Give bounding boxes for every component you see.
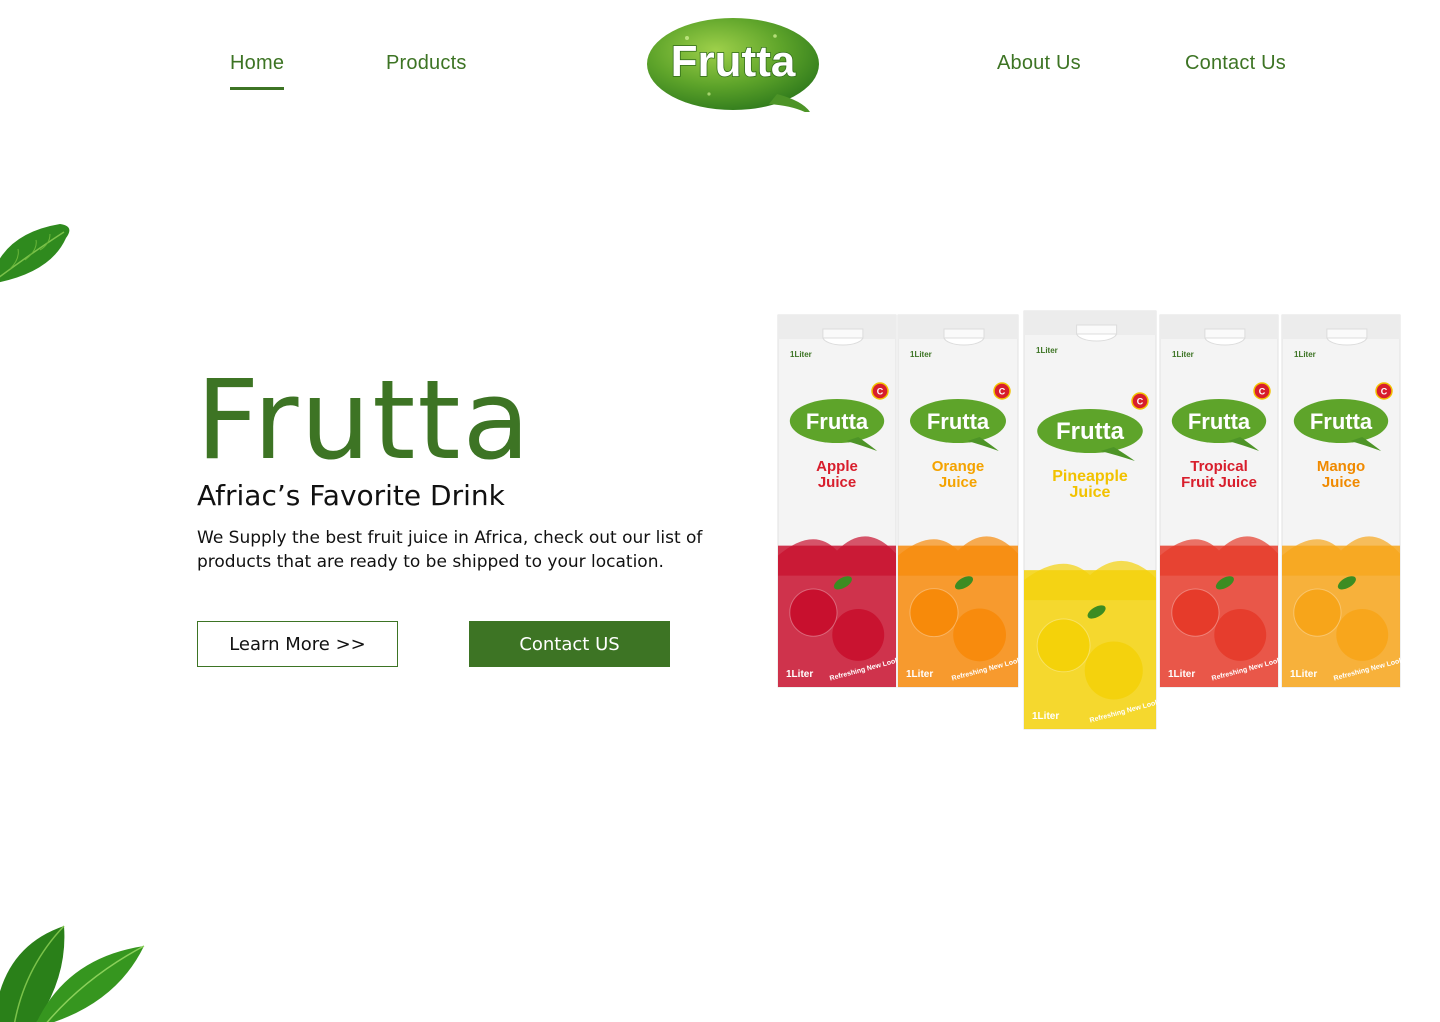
product-carton[interactable]: 1LiterFruttaCOrangeJuice1Liter Refreshing… — [897, 314, 1024, 688]
carton-volume-bottom: 1Liter — [906, 669, 933, 680]
carton-flavor-line2: Juice — [1322, 474, 1360, 491]
carton-brand: Frutta — [1310, 409, 1373, 434]
vitamin-c-badge: C — [1381, 387, 1388, 397]
hero-subtitle: Afriac’s Favorite Drink — [197, 479, 505, 512]
carton-flavor-line2: Juice — [939, 474, 977, 491]
carton-brand: Frutta — [927, 409, 990, 434]
product-carton[interactable]: 1LiterFruttaCTropicalFruit Juice1Liter Re… — [1159, 314, 1284, 688]
carton-volume-bottom: 1Liter — [1290, 669, 1317, 680]
carton-brand: Frutta — [1056, 418, 1125, 445]
carton-brand: Frutta — [1188, 409, 1251, 434]
nav-products-link[interactable]: Products — [386, 52, 467, 75]
landing-page: Home Products About Us Contact Us Frutta… — [0, 0, 1440, 1022]
leaf-decoration-bottom — [0, 925, 145, 1022]
nav-about-link[interactable]: About Us — [997, 52, 1081, 75]
vitamin-c-badge: C — [1259, 387, 1266, 397]
hero-title: Frutta — [196, 356, 532, 484]
carton-flavor-line2: Fruit Juice — [1181, 474, 1257, 491]
carton-flavor-line1: Orange — [932, 458, 985, 475]
carton-flavor-line2: Juice — [1070, 484, 1111, 501]
carton-volume-top: 1Liter — [1172, 350, 1194, 359]
hero-description: We Supply the best fruit juice in Africa… — [197, 528, 703, 572]
carton-flavor-line1: Mango — [1317, 458, 1365, 475]
vitamin-c-badge: C — [877, 387, 884, 397]
carton-volume-top: 1Liter — [790, 350, 812, 359]
carton-volume-top: 1Liter — [1036, 346, 1058, 355]
nav-contact-link[interactable]: Contact Us — [1185, 52, 1286, 75]
product-cartons: 1LiterFruttaCAppleJuice1Liter Refreshing … — [777, 310, 1406, 730]
leaf-decoration-top — [0, 224, 70, 283]
vitamin-c-badge: C — [999, 387, 1006, 397]
carton-volume-top: 1Liter — [910, 350, 932, 359]
carton-flavor-line2: Juice — [818, 474, 856, 491]
carton-flavor-line1: Pineapple — [1052, 468, 1128, 485]
product-carton[interactable]: 1LiterFruttaCAppleJuice1Liter Refreshing … — [777, 314, 902, 688]
learn-more-button[interactable]: Learn More >> — [197, 621, 398, 667]
carton-flavor-line1: Tropical — [1190, 458, 1248, 475]
nav-home-link[interactable]: Home — [230, 52, 285, 90]
frutta-logo[interactable]: Frutta — [647, 16, 823, 112]
product-carton[interactable]: 1LiterFruttaCPineappleJuice1Liter Refresh… — [1023, 310, 1162, 730]
carton-volume-bottom: 1Liter — [1168, 669, 1195, 680]
contact-us-button[interactable]: Contact US — [469, 621, 670, 667]
logo-text: Frutta — [671, 37, 796, 86]
vitamin-c-badge: C — [1137, 397, 1144, 407]
carton-volume-bottom: 1Liter — [786, 669, 813, 680]
carton-brand: Frutta — [806, 409, 869, 434]
carton-volume-bottom: 1Liter — [1032, 711, 1059, 722]
carton-volume-top: 1Liter — [1294, 350, 1316, 359]
carton-flavor-line1: Apple — [816, 458, 858, 475]
product-carton[interactable]: 1LiterFruttaCMangoJuice1Liter Refreshing … — [1281, 314, 1406, 688]
